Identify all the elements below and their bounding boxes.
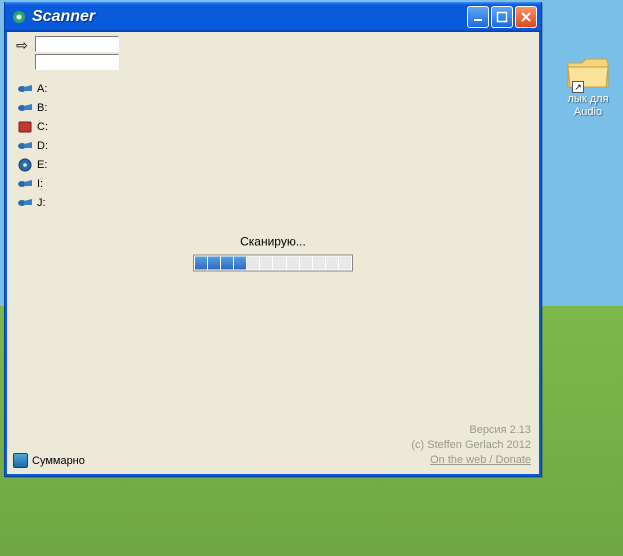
donate-link[interactable]: On the web / Donate [411,453,531,468]
summary-button[interactable]: Суммарно [13,453,85,468]
progress-bar [193,255,353,272]
path-input-2[interactable] [35,54,119,70]
progress-segment [313,257,325,270]
footer: Суммарно Версия 2.13 (c) Steffen Gerlach… [13,423,531,468]
drive-icon [17,158,33,172]
progress-segment [326,257,338,270]
drive-item-c[interactable]: C: [17,120,533,134]
drive-label: C: [37,121,48,133]
progress-segment [247,257,259,270]
back-arrow-icon[interactable]: ⇨ [13,38,31,52]
progress-segment [300,257,312,270]
close-button[interactable] [515,6,537,28]
app-icon [11,9,27,25]
minimize-button[interactable] [467,6,489,28]
progress-segment [287,257,299,270]
drive-label: D: [37,140,48,152]
progress-segment [339,257,351,270]
status-text: Сканирую... [183,235,363,249]
drive-item-b[interactable]: B: [17,101,533,115]
drive-label: B: [37,102,47,114]
shortcut-label-2: Audio [560,106,616,119]
maximize-button[interactable] [491,6,513,28]
copyright-text: (c) Steffen Gerlach 2012 [411,438,531,453]
drive-label: A: [37,83,47,95]
window-controls [467,6,537,28]
drive-label: J: [37,197,46,209]
window-title: Scanner [32,8,467,26]
progress-segment [208,257,220,270]
drive-icon [17,82,33,96]
desktop-shortcut[interactable]: ↗ лык для Audio [560,55,616,119]
drive-icon [17,196,33,210]
progress-segment [234,257,246,270]
drive-icon [17,139,33,153]
drive-label: I: [37,178,43,190]
path-inputs [35,36,119,70]
drive-label: E: [37,159,47,171]
drive-icon [17,101,33,115]
drive-item-j[interactable]: J: [17,196,533,210]
version-text: Версия 2.13 [411,423,531,438]
client-area: ⇨ A: B: C: D: E: I: J: Сканирую... Суммарно Ве… [5,32,541,476]
drive-item-d[interactable]: D: [17,139,533,153]
drive-list: A: B: C: D: E: I: J: [13,82,533,210]
progress-segment [273,257,285,270]
drive-item-a[interactable]: A: [17,82,533,96]
summary-icon [13,453,28,468]
progress-segment [195,257,207,270]
shortcut-label-1: лык для [560,93,616,106]
drive-icon [17,177,33,191]
shortcut-arrow-icon: ↗ [572,81,584,93]
progress-segment [260,257,272,270]
drive-item-i[interactable]: I: [17,177,533,191]
footer-info: Версия 2.13 (c) Steffen Gerlach 2012 On … [411,423,531,468]
path-input-1[interactable] [35,36,119,52]
top-row: ⇨ [13,36,533,70]
app-window: Scanner ⇨ A: B: C: D: E: I: J: Сканирую... [4,2,542,477]
titlebar[interactable]: Scanner [5,2,541,32]
drive-icon [17,120,33,134]
drive-item-e[interactable]: E: [17,158,533,172]
summary-label: Суммарно [32,455,85,467]
scan-status-area: Сканирую... [183,235,363,272]
progress-segment [221,257,233,270]
folder-icon: ↗ [566,55,610,91]
